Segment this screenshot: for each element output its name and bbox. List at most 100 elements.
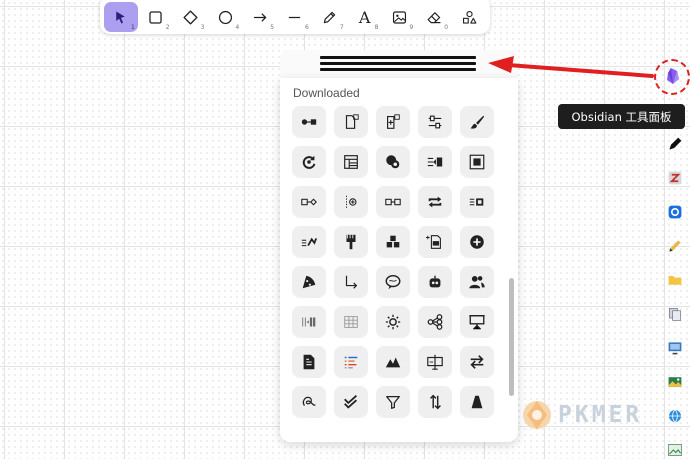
- robot-icon: [429, 275, 441, 288]
- panel-scrollbar[interactable]: [509, 278, 514, 396]
- repeat-icon: [428, 196, 442, 208]
- sidebar-item-folder[interactable]: [664, 268, 686, 292]
- columns-icon: [302, 317, 316, 327]
- script-button[interactable]: [334, 146, 368, 178]
- script-button[interactable]: [376, 346, 410, 378]
- script-button[interactable]: [292, 266, 326, 298]
- tool-selection[interactable]: 1: [104, 2, 138, 32]
- obsidian-icon[interactable]: [663, 66, 683, 86]
- script-button[interactable]: [460, 186, 494, 218]
- sidebar-item-pen[interactable]: [664, 132, 686, 156]
- tool-diamond[interactable]: 3: [174, 2, 208, 32]
- tool-rectangle[interactable]: 2: [139, 2, 173, 32]
- tool-ellipse[interactable]: 4: [208, 2, 242, 32]
- split-icon: [427, 157, 443, 167]
- file-link-icon: [345, 114, 359, 129]
- script-button[interactable]: [460, 106, 494, 138]
- table-grid-icon: [344, 316, 358, 328]
- script-button[interactable]: [292, 306, 326, 338]
- monitor-icon: [668, 342, 682, 355]
- script-button[interactable]: [460, 306, 494, 338]
- sidebar-item-pencil[interactable]: [664, 234, 686, 258]
- focus-icon: [346, 195, 357, 209]
- script-button[interactable]: [418, 146, 452, 178]
- shortcut-label: 5: [270, 24, 275, 31]
- right-sidebar: [660, 132, 690, 459]
- folder-icon: [668, 276, 682, 285]
- script-icon-grid: [292, 106, 494, 418]
- screen-icon: [427, 354, 443, 370]
- sidebar-item-zotero[interactable]: [664, 166, 686, 190]
- script-button[interactable]: [334, 266, 368, 298]
- script-button[interactable]: [376, 186, 410, 218]
- script-button[interactable]: [292, 106, 326, 138]
- sidebar-item-files[interactable]: [664, 302, 686, 326]
- script-button[interactable]: [376, 266, 410, 298]
- script-button[interactable]: [460, 146, 494, 178]
- script-button[interactable]: [334, 106, 368, 138]
- tool-text[interactable]: A 8: [348, 2, 382, 32]
- script-button[interactable]: [292, 186, 326, 218]
- script-button[interactable]: [334, 346, 368, 378]
- globe-icon: [669, 409, 681, 423]
- paintbrush-icon: [346, 234, 356, 250]
- square-icon: [149, 10, 162, 24]
- handle-lines: [320, 56, 476, 74]
- diamond-icon: [183, 9, 198, 25]
- browser-icon: [668, 205, 682, 219]
- sidebar-item-monitor[interactable]: [664, 336, 686, 360]
- script-button[interactable]: [292, 346, 326, 378]
- script-button[interactable]: [292, 226, 326, 258]
- filter-icon: [386, 395, 400, 409]
- shortcut-label: 3: [200, 24, 205, 31]
- tool-arrow[interactable]: 5: [243, 2, 277, 32]
- script-button[interactable]: [418, 226, 452, 258]
- excalidraw-script-panel: Downloaded: [280, 78, 518, 442]
- script-button[interactable]: [418, 106, 452, 138]
- sidebar-item-image[interactable]: [664, 438, 686, 459]
- script-button[interactable]: [460, 386, 494, 418]
- script-button[interactable]: [334, 186, 368, 218]
- sidebar-item-browser[interactable]: [664, 200, 686, 224]
- node-connector-icon: [301, 119, 317, 125]
- script-button[interactable]: [376, 146, 410, 178]
- script-button[interactable]: [334, 226, 368, 258]
- script-button[interactable]: [334, 386, 368, 418]
- script-button[interactable]: [460, 226, 494, 258]
- script-button[interactable]: [418, 346, 452, 378]
- blocks-icon: [386, 235, 400, 248]
- script-button[interactable]: [292, 146, 326, 178]
- box-connector-icon: [301, 198, 317, 206]
- script-button[interactable]: [376, 226, 410, 258]
- script-button[interactable]: [418, 186, 452, 218]
- tool-draw[interactable]: 7: [313, 2, 347, 32]
- list-icon: [344, 356, 358, 369]
- script-button[interactable]: [418, 386, 452, 418]
- script-button[interactable]: [334, 306, 368, 338]
- tool-eraser[interactable]: 0: [417, 2, 451, 32]
- pkmer-logo-icon: [523, 401, 551, 429]
- cone-icon: [471, 395, 483, 409]
- script-button[interactable]: [376, 106, 410, 138]
- script-button[interactable]: [292, 386, 326, 418]
- layout-icon: [344, 155, 358, 169]
- sliders-icon: [428, 115, 442, 129]
- script-button[interactable]: [418, 306, 452, 338]
- sidebar-item-globe[interactable]: [664, 404, 686, 428]
- script-button[interactable]: [418, 266, 452, 298]
- scatter-icon: [301, 237, 318, 247]
- circle-icon: [218, 10, 232, 24]
- script-button[interactable]: [376, 386, 410, 418]
- script-button[interactable]: [376, 306, 410, 338]
- script-button[interactable]: [460, 346, 494, 378]
- tool-image[interactable]: 9: [383, 2, 417, 32]
- tool-line[interactable]: 6: [278, 2, 312, 32]
- file-add-icon: [387, 114, 400, 129]
- tool-shapes[interactable]: [452, 2, 486, 32]
- image-icon: [392, 10, 406, 24]
- double-check-icon: [344, 395, 357, 409]
- script-button[interactable]: [460, 266, 494, 298]
- users-icon: [469, 275, 485, 289]
- line-icon: [289, 16, 301, 18]
- sidebar-item-gallery[interactable]: [664, 370, 686, 394]
